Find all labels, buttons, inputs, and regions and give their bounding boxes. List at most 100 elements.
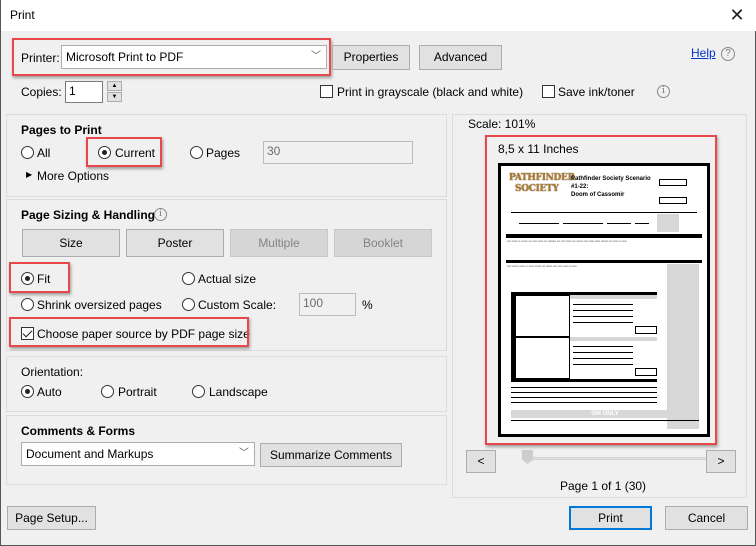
summarize-comments-button[interactable]: Summarize Comments [260,443,402,467]
custom-scale-label: Custom Scale: [198,298,277,312]
preview-paper-size: 8,5 x 11 Inches [498,142,579,156]
cancel-button[interactable]: Cancel [665,506,748,530]
doc-rule [573,358,633,359]
doc-rule [511,212,697,213]
doc-rule [635,223,649,224]
window-title: Print [10,8,35,22]
doc-side-column [667,264,699,429]
orientation-auto-radio[interactable] [21,385,34,398]
print-button[interactable]: Print [569,506,652,530]
doc-rule [573,346,633,347]
doc-logo-line1: PATHFINDER [509,173,575,183]
doc-gray-cell [570,295,657,299]
doc-paragraph: ▪▪▪▪ ▪▪▪▪▪ ▪▪ ▪▪▪▪▪▪ ▪▪▪ ▪▪▪▪ ▪▪▪▪▪ ▪▪▪ … [507,239,627,243]
percent-label: % [362,298,373,312]
doc-box [635,368,657,376]
doc-gray-cell [657,214,679,232]
shrink-oversized-radio[interactable] [21,298,34,311]
preview-page-indicator: Page 1 of 1 (30) [560,479,647,493]
copies-input[interactable]: 1 [65,81,103,103]
title-bar: Print ✕ [1,0,756,31]
grayscale-label: Print in grayscale (black and white) [337,85,524,99]
copies-decrement-button[interactable]: ▼ [107,92,122,102]
doc-title-line1: Pathfinder Society Scenario #1-22: [571,176,651,190]
doc-rule [573,316,633,317]
save-ink-checkbox[interactable] [542,85,555,98]
multiple-tab-button[interactable]: Multiple [230,229,328,257]
preview-next-button[interactable]: > [706,450,736,473]
orientation-landscape-radio[interactable] [192,385,205,398]
pages-current-label: Current [115,146,156,160]
close-icon[interactable]: ✕ [726,4,748,26]
custom-scale-radio[interactable] [182,298,195,311]
doc-title: Pathfinder Society Scenario #1-22: Doom … [571,175,651,199]
doc-rule [563,223,603,224]
orientation-portrait-label: Portrait [118,385,157,399]
chevron-down-icon: ﹀ [239,448,249,459]
doc-box [635,326,657,334]
more-options-toggle[interactable]: More Options [37,169,109,183]
pages-all-radio[interactable] [21,146,34,159]
doc-rule [511,420,699,421]
page-sizing-info-icon[interactable]: i [154,208,167,221]
print-dialog: Print ✕ Printer: Microsoft Print to PDF … [0,0,756,546]
fit-radio[interactable] [21,272,34,285]
doc-footer-band: GM ONLY [511,410,699,418]
copies-increment-button[interactable]: ▲ [107,81,122,91]
pages-range-radio[interactable] [190,146,203,159]
doc-section-bar [506,260,702,263]
help-question-icon[interactable]: ? [721,47,735,61]
paper-source-label: Choose paper source by PDF page size [37,327,250,341]
advanced-button[interactable]: Advanced [419,45,502,70]
doc-rule [573,352,633,353]
help-link[interactable]: Help [691,46,716,60]
properties-button[interactable]: Properties [332,45,410,70]
shrink-oversized-label: Shrink oversized pages [37,298,162,312]
copies-value: 1 [69,84,76,98]
printer-selected-value: Microsoft Print to PDF [66,50,184,64]
preview-prev-button[interactable]: < [466,450,496,473]
doc-box [659,197,687,204]
preview-scale-label: Scale: 101% [468,117,536,131]
pages-all-label: All [37,146,51,160]
doc-rule [573,364,633,365]
booklet-tab-button[interactable]: Booklet [334,229,432,257]
custom-scale-input[interactable]: 100 [299,293,356,316]
doc-rule [511,392,657,393]
grayscale-checkbox[interactable] [320,85,333,98]
doc-cell [515,337,570,379]
orientation-title: Orientation: [21,365,84,379]
comments-forms-title: Comments & Forms [21,424,136,438]
doc-title-line2: Doom of Cassomir [571,192,625,198]
size-tab-button[interactable]: Size [22,229,120,257]
orientation-auto-label: Auto [37,385,62,399]
doc-rule [573,322,633,323]
doc-header: PATHFINDER SOCIETY Pathfinder Society Sc… [509,171,699,211]
comments-forms-select[interactable]: Document and Markups ﹀ [21,442,255,466]
orientation-portrait-radio[interactable] [101,385,114,398]
doc-rule [511,397,657,398]
orientation-landscape-label: Landscape [209,385,268,399]
poster-tab-button[interactable]: Poster [126,229,224,257]
doc-section-bar [506,234,702,238]
expand-triangle-icon[interactable]: ▶ [26,170,32,179]
save-ink-label: Save ink/toner [558,85,635,99]
save-ink-info-icon[interactable]: i [657,85,670,98]
pages-range-input[interactable]: 30 [263,141,413,164]
actual-size-radio[interactable] [182,272,195,285]
doc-box [659,179,687,186]
page-setup-button[interactable]: Page Setup... [7,506,96,530]
pages-current-radio[interactable] [98,146,111,159]
printer-select[interactable]: Microsoft Print to PDF ﹀ [61,45,327,69]
doc-rule [511,402,657,403]
pages-range-label: Pages [206,146,241,160]
actual-size-label: Actual size [198,272,257,286]
pages-to-print-title: Pages to Print [21,123,102,137]
doc-rule [573,304,633,305]
pages-range-value: 30 [267,144,281,158]
paper-source-checkbox[interactable] [21,327,34,340]
doc-logo: PATHFINDER SOCIETY [509,173,575,201]
printer-label: Printer: [21,51,60,65]
doc-rule [511,387,657,388]
preview-page-slider-track[interactable] [528,457,730,460]
